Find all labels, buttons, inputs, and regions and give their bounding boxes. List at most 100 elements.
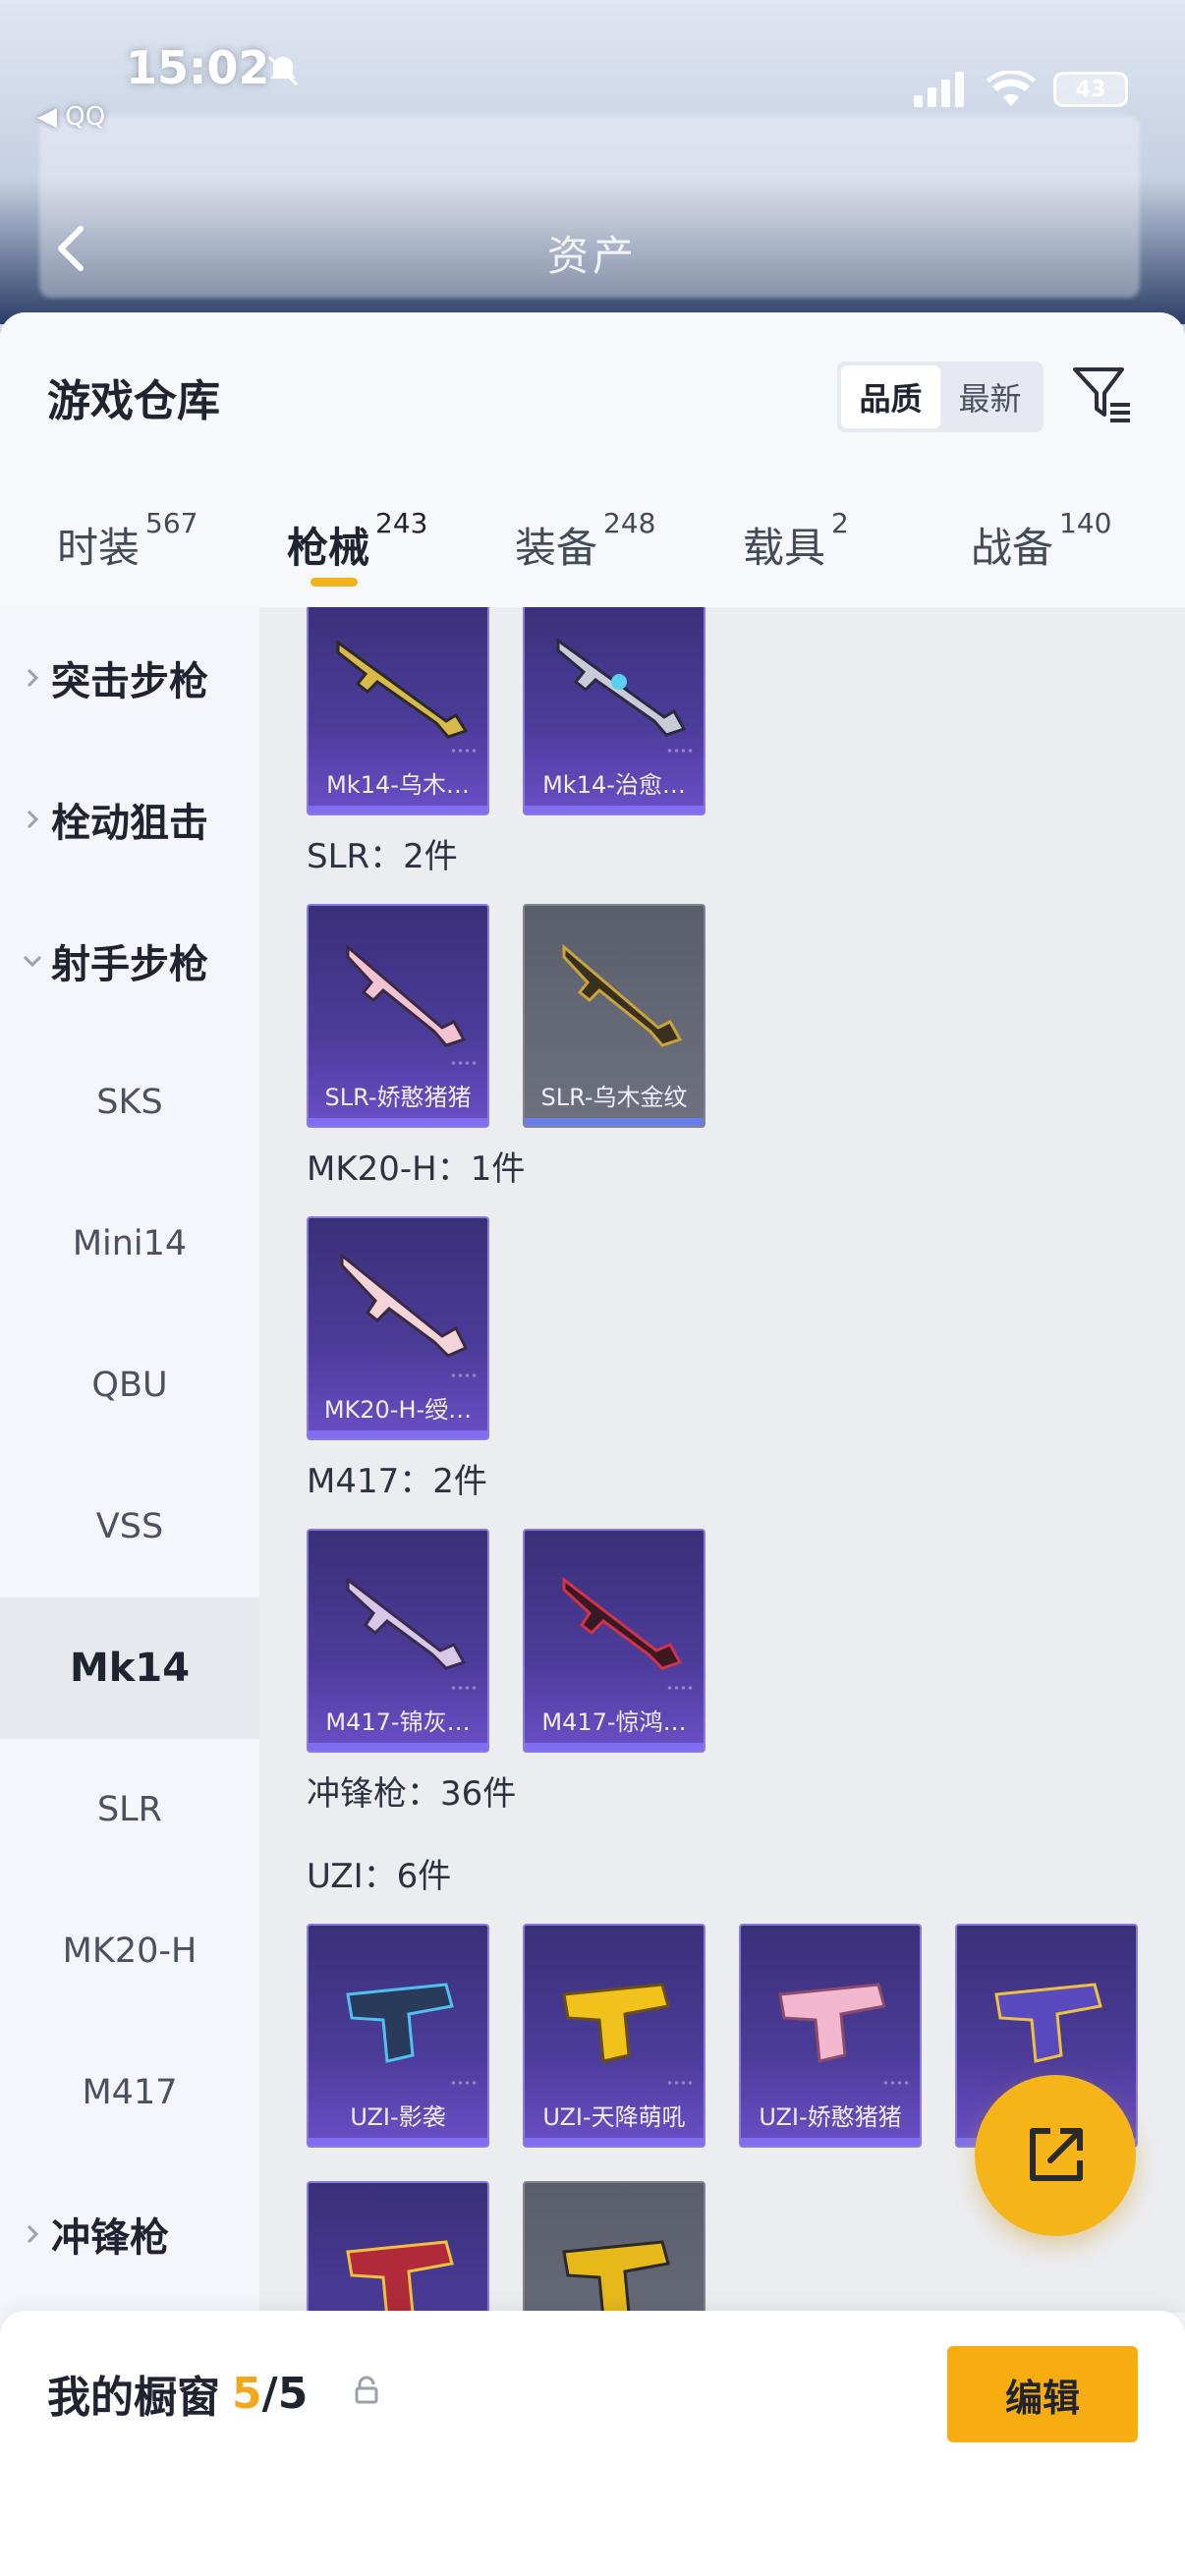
section-label-uzi: UZI：6件 (307, 1857, 452, 1896)
card-decoration (450, 1372, 478, 1379)
skin-card[interactable]: M417-锦灰… (307, 1529, 489, 1753)
sort-by-quality-button[interactable]: 品质 (841, 365, 940, 428)
status-icons: 43 (914, 71, 1128, 108)
status-bar: 15:02 ◀ QQ 43 (0, 0, 1185, 147)
sidebar-item-label: 冲锋枪 (51, 2215, 169, 2261)
sidebar-item-mk14[interactable]: Mk14 (0, 1597, 259, 1739)
skin-name: SLR-娇憨猪猪 (324, 1083, 472, 1111)
showcase-bar: 我的橱窗 5 / 5 编辑 (0, 2311, 1185, 2576)
skin-name: UZI-影袭 (350, 2102, 446, 2131)
sidebar-item-assault-rifle[interactable]: 突击步枪 (0, 607, 259, 749)
rarity-strip (741, 2138, 920, 2146)
smg-image (994, 1983, 1102, 2063)
tab-label: 时装 (57, 524, 141, 572)
asset-header: 资产 (0, 201, 1185, 300)
edit-showcase-button[interactable]: 编辑 (947, 2346, 1138, 2442)
category-tabs: 时装 567 枪械 243 装备 248 载具 2 战备 140 (0, 501, 1185, 607)
rarity-strip (309, 806, 487, 813)
skin-name: M417-惊鸿… (541, 1708, 687, 1736)
sidebar-item-label: VSS (95, 1507, 164, 1546)
tab-count: 567 (145, 507, 198, 539)
weapon-type-sidebar: 突击步枪 栓动狙击 射手步枪 SKS Mini14 QBU VSS Mk14 S… (0, 607, 259, 2444)
tab-count: 243 (375, 507, 428, 539)
skin-card[interactable]: SLR-娇憨猪猪 (307, 904, 489, 1128)
skin-card[interactable]: MK20-H-绶… (307, 1216, 489, 1440)
card-decoration (450, 1684, 478, 1692)
skin-card[interactable]: UZI-天降萌吼 (523, 1924, 705, 2148)
silent-bell-icon (267, 55, 299, 86)
lock-icon (355, 2376, 378, 2404)
skin-name: M417-锦灰… (325, 1708, 471, 1736)
sidebar-item-smg[interactable]: 冲锋枪 (0, 2163, 259, 2305)
skin-card[interactable]: Mk14-乌木… (307, 607, 489, 815)
smg-image (562, 1983, 670, 2063)
chevron-right-icon (27, 668, 39, 688)
sidebar-item-sks[interactable]: SKS (0, 1032, 259, 1173)
sidebar-item-slr[interactable]: SLR (0, 1739, 259, 1880)
warehouse-title: 游戏仓库 (47, 376, 220, 426)
sidebar-item-mk20h[interactable]: MK20-H (0, 1880, 259, 2022)
tab-count: 248 (603, 507, 656, 539)
smg-image (778, 1983, 886, 2063)
tab-battle-gear[interactable]: 战备 140 (971, 501, 1111, 607)
card-decoration (666, 1684, 694, 1692)
rarity-strip (309, 1743, 487, 1751)
sidebar-item-vss[interactable]: VSS (0, 1456, 259, 1597)
skin-name: SLR-乌木金纹 (540, 1083, 688, 1111)
sidebar-item-qbu[interactable]: QBU (0, 1315, 259, 1456)
chevron-right-icon (27, 810, 39, 829)
tab-label: 战备 (971, 524, 1054, 572)
skin-card[interactable]: UZI-影袭 (307, 1924, 489, 2148)
wifi-icon (987, 71, 1036, 106)
weapon-skin-grid: Mk14-乌木… Mk14-治愈… SLR：2件 SLR-娇憨猪猪 SLR-乌木… (259, 607, 1185, 2313)
rifle-image (556, 638, 687, 737)
skin-card[interactable]: Mk14-治愈… (523, 607, 705, 815)
rifle-image (340, 1252, 469, 1358)
skin-name: Mk14-乌木… (326, 770, 470, 799)
share-button[interactable] (975, 2075, 1136, 2236)
warehouse-sheet: 游戏仓库 品质 最新 时装 567 枪械 243 装备 248 载具 2 战备 … (0, 312, 1185, 2576)
sidebar-item-bolt-sniper[interactable]: 栓动狙击 (0, 749, 259, 890)
tab-vehicles[interactable]: 载具 2 (743, 501, 849, 607)
sort-by-latest-button[interactable]: 最新 (940, 365, 1040, 428)
rifle-image (346, 943, 467, 1047)
skin-card[interactable] (523, 2181, 705, 2313)
filter-icon[interactable] (1069, 362, 1134, 426)
rarity-strip (309, 1118, 487, 1126)
tab-firearms[interactable]: 枪械 243 (287, 501, 427, 607)
rifle-image (336, 640, 469, 739)
skin-card[interactable]: M417-惊鸿… (523, 1529, 705, 1753)
showcase-count-separator: / (261, 2368, 278, 2419)
section-label-slr: SLR：2件 (307, 837, 458, 876)
sidebar-item-label: 栓动狙击 (51, 801, 208, 846)
sidebar-item-m417[interactable]: M417 (0, 2022, 259, 2163)
active-tab-indicator (310, 578, 358, 587)
sidebar-item-label: QBU (91, 1366, 168, 1405)
tab-fashion[interactable]: 时装 567 (57, 501, 198, 607)
sidebar-item-label: SKS (96, 1083, 163, 1122)
skin-card[interactable]: UZI-娇憨猪猪 (739, 1924, 922, 2148)
chevron-right-icon (27, 2224, 39, 2244)
share-export-icon (1030, 2128, 1083, 2181)
tab-equipment[interactable]: 装备 248 (515, 501, 655, 607)
back-to-qq-link[interactable]: ◀ QQ (37, 102, 105, 132)
sidebar-item-mini14[interactable]: Mini14 (0, 1173, 259, 1315)
tab-label: 载具 (743, 524, 826, 572)
sidebar-item-label: 突击步枪 (51, 659, 208, 704)
showcase-count-max: 5 (277, 2368, 309, 2419)
card-decoration (450, 1059, 478, 1067)
sidebar-item-dmr[interactable]: 射手步枪 (0, 890, 259, 1032)
tab-count: 140 (1059, 507, 1112, 539)
rarity-strip (525, 1118, 704, 1126)
sort-toggle: 品质 最新 (837, 362, 1044, 432)
rarity-strip (525, 1743, 704, 1751)
smg-image (346, 2240, 454, 2313)
showcase-title: 我的橱窗 (47, 2373, 220, 2423)
showcase-count-current: 5 (232, 2368, 262, 2419)
rarity-strip (309, 2138, 487, 2146)
skin-card[interactable]: SLR-乌木金纹 (523, 904, 705, 1128)
skin-card[interactable] (307, 2181, 489, 2313)
sidebar-item-label: Mk14 (69, 1646, 191, 1691)
tab-count: 2 (831, 507, 849, 539)
sidebar-item-label: SLR (96, 1790, 163, 1829)
